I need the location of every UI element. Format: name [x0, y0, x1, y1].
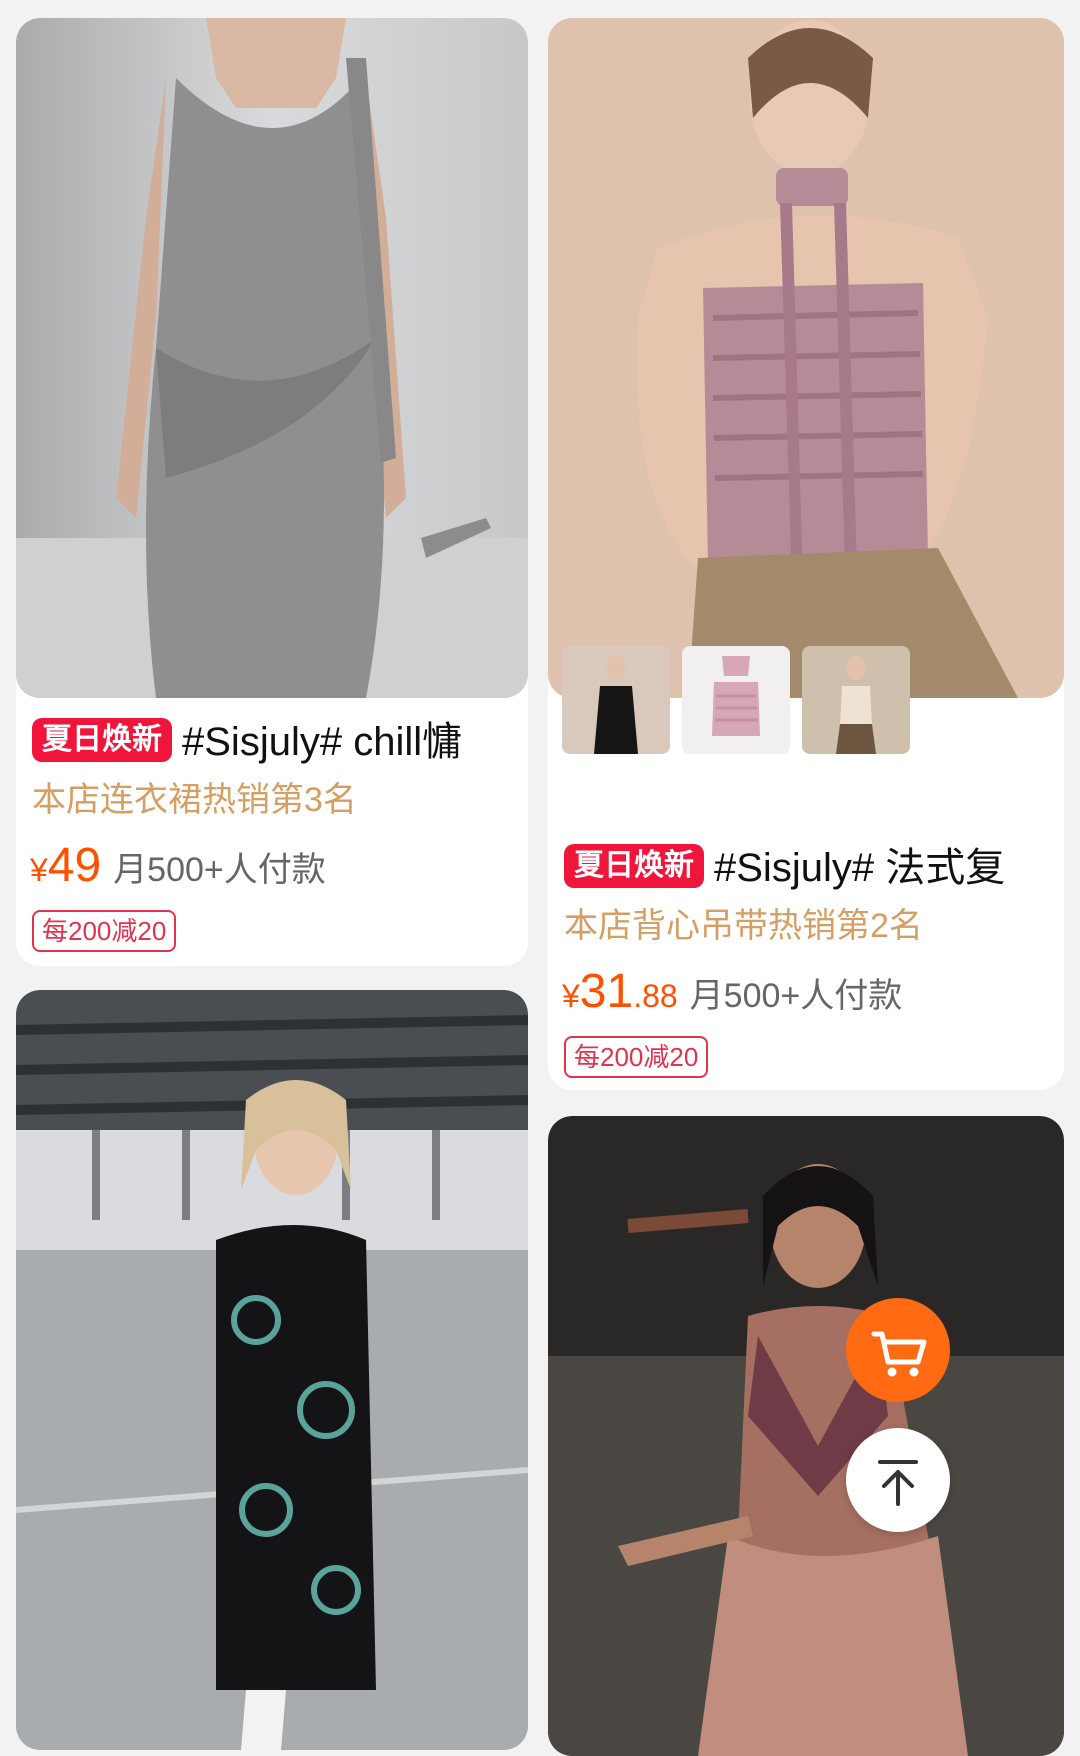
price-integer: 49 — [47, 839, 102, 892]
coupon-badge: 每200减20 — [32, 910, 177, 952]
cart-button[interactable] — [846, 1298, 950, 1402]
price-integer: 31 — [579, 965, 634, 1018]
back-to-top-button[interactable] — [846, 1428, 950, 1532]
promo-tag: 夏日焕新 — [32, 718, 172, 762]
promo-tag: 夏日焕新 — [564, 844, 704, 888]
cart-icon — [871, 1331, 927, 1377]
beige-top-variant-icon — [802, 646, 910, 754]
pink-top-variant-icon — [682, 646, 790, 754]
black-halter-variant-icon — [562, 646, 670, 754]
product-card-4[interactable] — [548, 1116, 1064, 1756]
product-card-3[interactable] — [16, 990, 528, 1750]
product-title-text: #Sisjuly# chill慵 — [182, 720, 463, 764]
rank-label[interactable]: 本店连衣裙热销第3名 — [32, 776, 357, 824]
product-image-2[interactable] — [548, 18, 1064, 698]
back-to-top-icon — [878, 1460, 918, 1506]
product-image-4[interactable] — [548, 1116, 1064, 1756]
price-line: ¥49 月500+人付款 — [30, 836, 326, 900]
product-image-1[interactable] — [16, 18, 528, 698]
product-title-text: #Sisjuly# 法式复 — [714, 846, 1006, 890]
rank-label[interactable]: 本店背心吊带热销第2名 — [564, 902, 923, 950]
price-decimal: .88 — [633, 978, 678, 1014]
variant-thumb-3[interactable] — [802, 646, 910, 754]
product-title-1[interactable]: 夏日焕新 #Sisjuly# chill慵 — [32, 712, 522, 772]
product-title-2[interactable]: 夏日焕新 #Sisjuly# 法式复 — [564, 838, 1058, 898]
price-line: ¥31.88 月500+人付款 — [562, 962, 902, 1026]
product-card-1[interactable]: 夏日焕新 #Sisjuly# chill慵 本店连衣裙热销第3名 ¥49 月500+… — [16, 18, 528, 966]
currency-symbol: ¥ — [30, 852, 48, 888]
variant-thumb-1[interactable] — [562, 646, 670, 754]
product-image-3[interactable] — [16, 990, 528, 1750]
currency-symbol: ¥ — [562, 978, 580, 1014]
product-card-2[interactable]: 夏日焕新 #Sisjuly# 法式复 本店背心吊带热销第2名 ¥31.88 月500… — [548, 18, 1064, 1090]
coupon-badge: 每200减20 — [564, 1036, 709, 1078]
variant-thumb-2[interactable] — [682, 646, 790, 754]
sales-count: 月500+人付款 — [113, 851, 326, 889]
sales-count: 月500+人付款 — [689, 977, 903, 1015]
